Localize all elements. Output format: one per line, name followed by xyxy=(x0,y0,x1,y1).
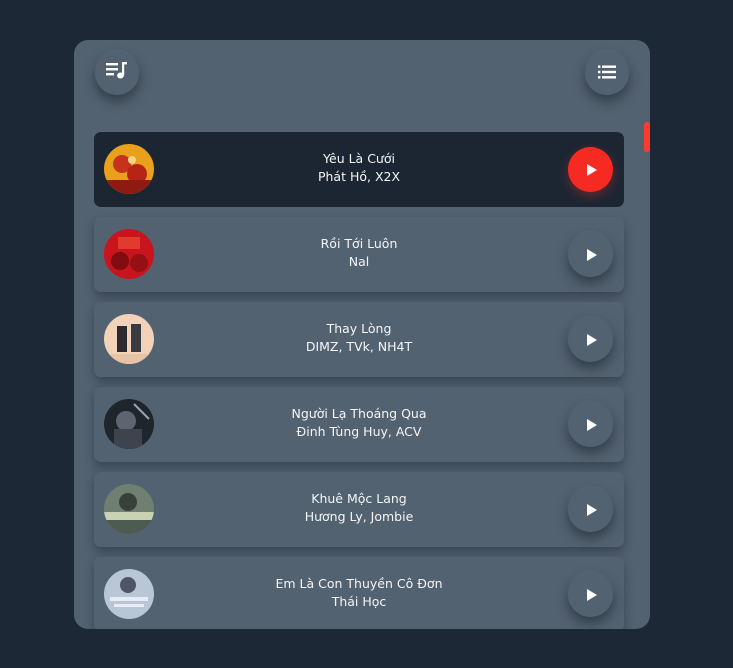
song-item[interactable]: Khuê Mộc Lang Hương Ly, Jombie xyxy=(94,472,624,547)
music-playlist-icon xyxy=(106,62,128,84)
song-title: Yêu Là Cưới xyxy=(323,151,395,166)
song-artist: DIMZ, TVk, NH4T xyxy=(305,339,413,354)
play-button[interactable] xyxy=(568,147,613,192)
album-cover xyxy=(104,399,154,449)
song-info: Yêu Là Cưới Phát Hồ, X2X xyxy=(164,150,554,186)
music-player: Yêu Là Cưới Phát Hồ, X2X Rồi Tới Luôn Na… xyxy=(74,40,650,629)
song-item[interactable]: Rồi Tới Luôn Nal xyxy=(94,217,624,292)
song-artist: Hương Ly, Jombie xyxy=(304,509,414,524)
play-button[interactable] xyxy=(568,572,613,617)
song-info: Khuê Mộc Lang Hương Ly, Jombie xyxy=(164,490,554,526)
song-title: Rồi Tới Luôn xyxy=(320,236,398,251)
play-icon xyxy=(587,588,597,601)
song-artist: Phát Hồ, X2X xyxy=(317,169,401,184)
song-item[interactable]: Người Lạ Thoáng Qua Đinh Tùng Huy, ACV xyxy=(94,387,624,462)
album-cover xyxy=(104,484,154,534)
album-cover xyxy=(104,314,154,364)
play-button[interactable] xyxy=(568,487,613,532)
song-title: Người Lạ Thoáng Qua xyxy=(291,406,427,421)
song-item[interactable]: Thay Lòng DIMZ, TVk, NH4T xyxy=(94,302,624,377)
album-cover xyxy=(104,144,154,194)
song-artist: Nal xyxy=(348,254,370,269)
play-button[interactable] xyxy=(568,232,613,277)
song-list: Yêu Là Cưới Phát Hồ, X2X Rồi Tới Luôn Na… xyxy=(94,132,624,629)
song-item[interactable]: Yêu Là Cưới Phát Hồ, X2X xyxy=(94,132,624,207)
list-button[interactable] xyxy=(585,51,629,95)
play-button[interactable] xyxy=(568,317,613,362)
song-item[interactable]: Em Là Con Thuyền Cô Đơn Thái Học xyxy=(94,557,624,629)
play-icon xyxy=(587,163,597,176)
play-icon xyxy=(587,333,597,346)
scrollbar-thumb[interactable] xyxy=(644,122,650,152)
song-artist: Đinh Tùng Huy, ACV xyxy=(296,424,422,439)
play-icon xyxy=(587,503,597,516)
song-title: Khuê Mộc Lang xyxy=(311,491,407,506)
song-info: Rồi Tới Luôn Nal xyxy=(164,235,554,271)
play-icon xyxy=(587,418,597,431)
song-info: Em Là Con Thuyền Cô Đơn Thái Học xyxy=(164,575,554,611)
play-button[interactable] xyxy=(568,402,613,447)
song-info: Thay Lòng DIMZ, TVk, NH4T xyxy=(164,320,554,356)
playlist-button[interactable] xyxy=(95,51,139,95)
song-info: Người Lạ Thoáng Qua Đinh Tùng Huy, ACV xyxy=(164,405,554,441)
list-icon xyxy=(598,64,616,83)
album-cover xyxy=(104,229,154,279)
song-artist: Thái Học xyxy=(331,594,387,609)
song-title: Em Là Con Thuyền Cô Đơn xyxy=(275,576,443,591)
song-title: Thay Lòng xyxy=(326,321,392,336)
album-cover xyxy=(104,569,154,619)
play-icon xyxy=(587,248,597,261)
